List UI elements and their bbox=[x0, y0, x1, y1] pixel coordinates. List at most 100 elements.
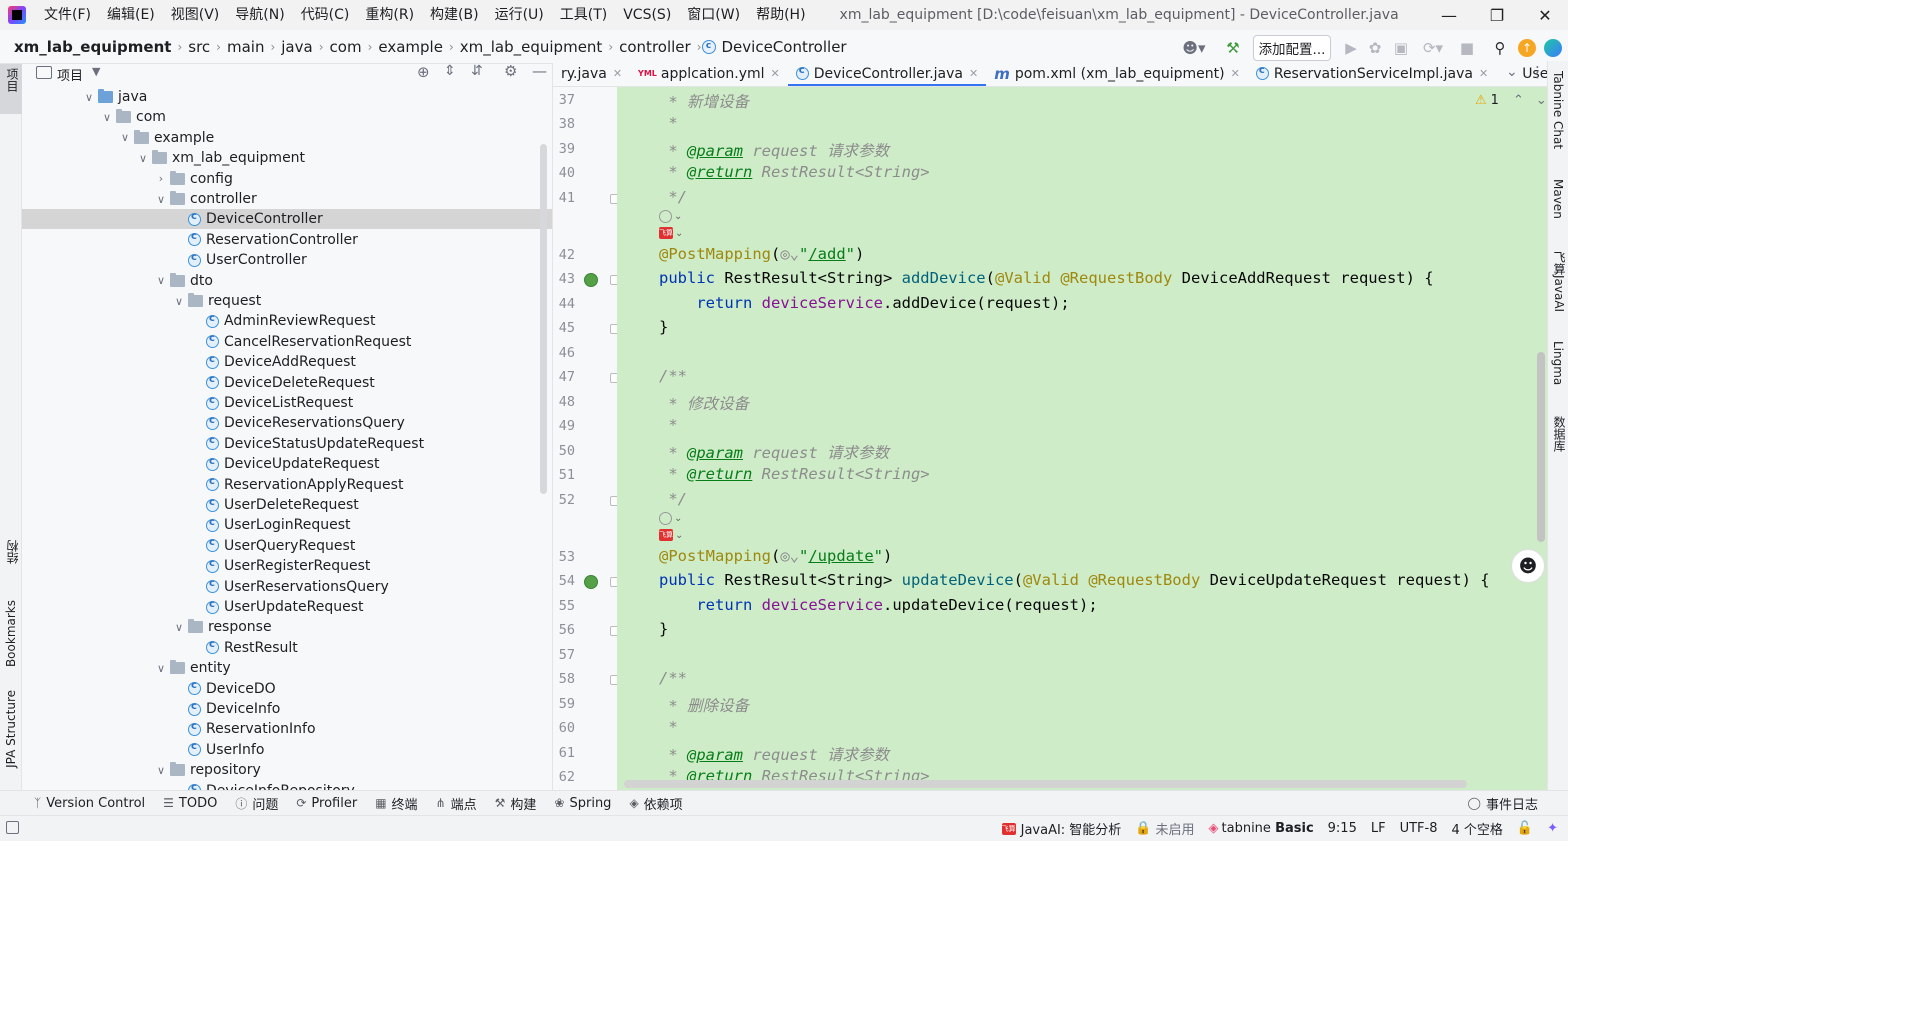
tree-item-class[interactable]: UserUpdateRequest bbox=[22, 597, 552, 617]
tree-item-class[interactable]: DeviceDeleteRequest bbox=[22, 373, 552, 393]
menu-window[interactable]: 窗口(W) bbox=[679, 0, 748, 30]
menu-edit[interactable]: 编辑(E) bbox=[99, 0, 163, 30]
tabnine-status[interactable]: ◈ tabnine Basic bbox=[1209, 821, 1314, 836]
menu-file[interactable]: 文件(F) bbox=[36, 0, 99, 30]
tree-item-class[interactable]: RestResult bbox=[22, 638, 552, 658]
ai-assistant-icon[interactable]: ✦ bbox=[1547, 821, 1558, 836]
breadcrumb-java[interactable]: java bbox=[275, 38, 318, 56]
profile-icon[interactable]: ⟳▾ bbox=[1418, 36, 1448, 60]
code-vision-hint[interactable]: ⌄ bbox=[659, 512, 682, 525]
lingma-tool-button[interactable]: Lingma bbox=[1551, 341, 1565, 385]
tool-problems[interactable]: ⓘ 问题 bbox=[235, 794, 278, 813]
chevron-down-icon[interactable]: ∨ bbox=[152, 193, 170, 206]
tree-item-folder[interactable]: ∨ java bbox=[22, 87, 552, 107]
tool-spring[interactable]: ❀ Spring bbox=[554, 796, 611, 811]
collapse-all-icon[interactable]: ⇵ bbox=[471, 64, 483, 79]
readonly-lock-icon[interactable]: 🔓 bbox=[1517, 821, 1533, 836]
chevron-down-icon[interactable]: ∨ bbox=[80, 91, 98, 104]
maven-tool-button[interactable]: Maven bbox=[1551, 179, 1565, 219]
editor-horizontal-scrollbar[interactable] bbox=[624, 780, 1467, 788]
tool-profiler[interactable]: ⟳ Profiler bbox=[296, 796, 357, 811]
build-hammer-icon[interactable]: ⚒ bbox=[1222, 36, 1244, 60]
tree-item-class[interactable]: UserLoginRequest bbox=[22, 515, 552, 535]
close-tab-icon[interactable]: ✕ bbox=[613, 67, 622, 80]
breadcrumb-example[interactable]: example bbox=[372, 38, 449, 56]
breadcrumb-class[interactable]: DeviceController bbox=[716, 38, 853, 56]
close-tab-icon[interactable]: ✕ bbox=[1231, 67, 1240, 80]
chevron-down-icon[interactable]: ∨ bbox=[134, 152, 152, 165]
menu-vcs[interactable]: VCS(S) bbox=[615, 0, 679, 30]
add-configuration-button[interactable]: 添加配置... bbox=[1253, 35, 1331, 61]
tree-scrollbar[interactable] bbox=[540, 144, 547, 494]
inspection-widget[interactable]: ⚠ 1 ⌃ ⌄ bbox=[1475, 93, 1547, 108]
chevron-up-icon[interactable]: ⌃ bbox=[1513, 93, 1524, 108]
tab-pom-xml[interactable]: m pom.xml (xm_lab_equipment) ✕ bbox=[986, 61, 1248, 86]
tree-item-folder[interactable]: ∨ example bbox=[22, 128, 552, 148]
project-panel-title[interactable]: 项目 bbox=[57, 65, 83, 84]
jpa-structure-tool-button[interactable]: JPA Structure bbox=[4, 690, 18, 768]
tree-item-class[interactable]: DeviceReservationsQuery bbox=[22, 413, 552, 433]
tree-item-class[interactable]: DeviceInfoRepository bbox=[22, 781, 552, 790]
locate-file-icon[interactable]: ⊕ bbox=[417, 64, 430, 81]
menu-view[interactable]: 视图(V) bbox=[163, 0, 228, 30]
tab-device-controller[interactable]: DeviceController.java ✕ bbox=[787, 61, 987, 86]
search-icon[interactable]: ⚲ bbox=[1490, 36, 1510, 60]
tool-event-log[interactable]: ◯ 事件日志 bbox=[1468, 794, 1538, 813]
tree-item-folder[interactable]: ∨ repository bbox=[22, 760, 552, 780]
tree-item-folder[interactable]: › config bbox=[22, 169, 552, 189]
menu-code[interactable]: 代码(C) bbox=[293, 0, 358, 30]
assistant-avatar[interactable]: ☻ bbox=[1511, 549, 1545, 583]
tree-item-folder[interactable]: ∨ dto bbox=[22, 271, 552, 291]
tree-item-class[interactable]: DeviceAddRequest bbox=[22, 352, 552, 372]
chevron-right-icon[interactable]: › bbox=[152, 172, 170, 185]
close-tab-icon[interactable]: ✕ bbox=[1479, 67, 1488, 80]
tree-item-class[interactable]: UserReservationsQuery bbox=[22, 577, 552, 597]
breadcrumb-main[interactable]: main bbox=[221, 38, 270, 56]
line-separator[interactable]: LF bbox=[1371, 821, 1386, 836]
tree-item-class[interactable]: DeviceInfo bbox=[22, 699, 552, 719]
bookmarks-tool-button[interactable]: Bookmarks bbox=[4, 600, 18, 667]
mapping-path[interactable]: /update bbox=[808, 547, 873, 565]
close-tab-icon[interactable]: ✕ bbox=[969, 67, 978, 80]
chevron-down-icon[interactable]: ∨ bbox=[170, 295, 188, 308]
project-tool-button[interactable]: 项目 bbox=[0, 64, 22, 114]
tab-applcation-yml[interactable]: YML applcation.yml ✕ bbox=[630, 61, 788, 86]
tree-item-class[interactable]: CancelReservationRequest bbox=[22, 332, 552, 352]
breadcrumb-src[interactable]: src bbox=[182, 38, 216, 56]
menu-help[interactable]: 帮助(H) bbox=[748, 0, 813, 30]
caret-position[interactable]: 9:15 bbox=[1328, 821, 1357, 836]
tab-reservation-service-impl[interactable]: ReservationServiceImpl.java ✕ bbox=[1248, 61, 1496, 86]
user-icon[interactable]: ☻▾ bbox=[1180, 36, 1208, 60]
tree-item-folder[interactable]: ∨ entity bbox=[22, 658, 552, 678]
expand-all-icon[interactable]: ⇕ bbox=[444, 64, 456, 79]
mapping-path[interactable]: /add bbox=[808, 245, 845, 263]
tool-dependencies[interactable]: ◈ 依赖项 bbox=[629, 794, 682, 813]
toggle-tool-windows-icon[interactable] bbox=[6, 821, 19, 834]
tool-todo[interactable]: ☰ TODO bbox=[163, 796, 217, 811]
tab-list-chevron-icon[interactable]: ⌄ bbox=[1500, 64, 1518, 80]
jetbrains-ai-icon[interactable] bbox=[1544, 39, 1562, 57]
tool-version-control[interactable]: ᛉ Version Control bbox=[34, 796, 145, 811]
tree-item-class[interactable]: UserQueryRequest bbox=[22, 536, 552, 556]
hide-panel-icon[interactable]: — bbox=[532, 64, 547, 80]
tree-item-folder[interactable]: ∨ xm_lab_equipment bbox=[22, 148, 552, 168]
tree-item-folder[interactable]: ∨ controller bbox=[22, 189, 552, 209]
editor-vertical-scrollbar[interactable] bbox=[1537, 352, 1545, 542]
tree-item-class[interactable]: DeviceListRequest bbox=[22, 393, 552, 413]
chevron-down-icon[interactable]: ∨ bbox=[116, 131, 134, 144]
breadcrumb-project[interactable]: xm_lab_equipment bbox=[0, 38, 177, 56]
disabled-status[interactable]: 🔒 未启用 bbox=[1135, 819, 1194, 838]
tree-item-folder[interactable]: ∨ response bbox=[22, 617, 552, 637]
chevron-down-icon[interactable]: ∨ bbox=[152, 764, 170, 777]
tree-item-class[interactable]: DeviceUpdateRequest bbox=[22, 454, 552, 474]
tree-item-class[interactable]: AdminReviewRequest bbox=[22, 311, 552, 331]
file-encoding[interactable]: UTF-8 bbox=[1400, 821, 1438, 836]
database-tool-button[interactable]: 数据库 bbox=[1551, 416, 1568, 452]
tree-item-class[interactable]: ReservationInfo bbox=[22, 719, 552, 739]
more-options-icon[interactable]: ⋮ bbox=[1530, 63, 1545, 81]
chevron-down-icon[interactable]: ▼ bbox=[92, 65, 100, 78]
tree-item-class[interactable]: UserInfo bbox=[22, 740, 552, 760]
structure-tool-button[interactable]: 结构 bbox=[4, 540, 21, 564]
breadcrumb-com[interactable]: com bbox=[324, 38, 368, 56]
tree-item-class[interactable]: ReservationApplyRequest bbox=[22, 475, 552, 495]
